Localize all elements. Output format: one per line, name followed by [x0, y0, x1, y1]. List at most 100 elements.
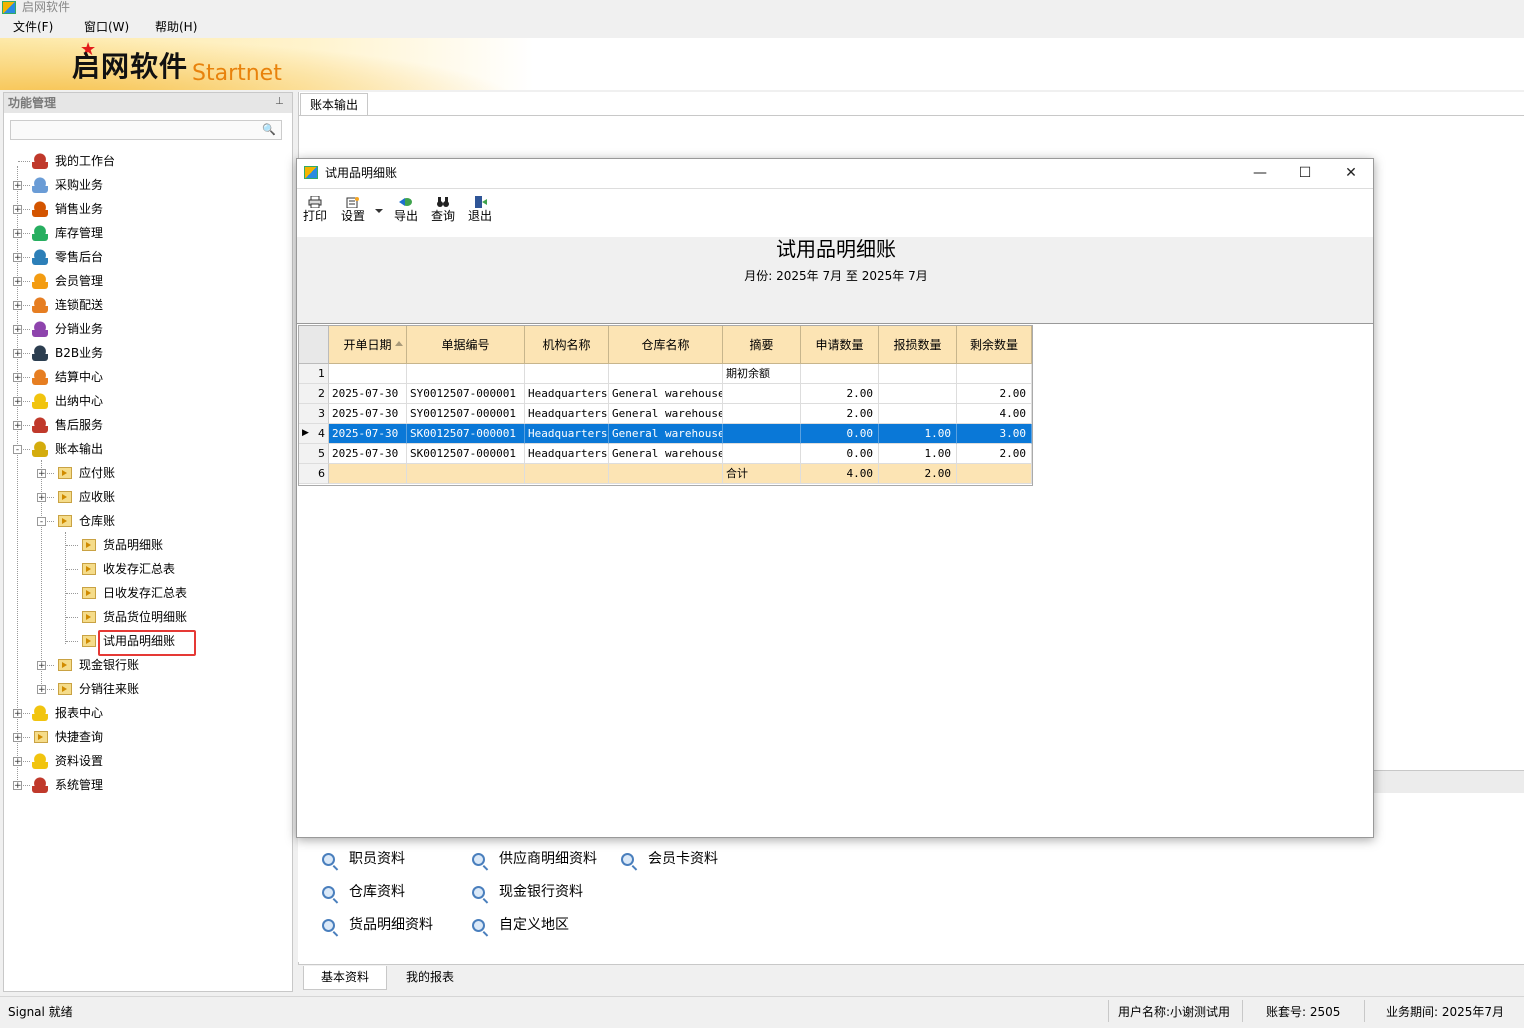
cell-col-loss[interactable]: [879, 384, 957, 404]
tree-item-daily-summary[interactable]: 日收发存汇总表: [0, 582, 290, 604]
expand-icon[interactable]: +: [13, 181, 22, 191]
header-col-requested[interactable]: 申请数量: [801, 326, 879, 364]
header-col-loss[interactable]: 报损数量: [879, 326, 957, 364]
search-input[interactable]: [10, 120, 282, 140]
settings-dropdown-icon[interactable]: [375, 209, 383, 213]
expand-icon[interactable]: +: [13, 397, 22, 407]
expand-icon[interactable]: +: [13, 229, 22, 239]
expand-icon[interactable]: +: [13, 253, 22, 263]
tree-item-workbench[interactable]: 我的工作台: [0, 150, 290, 172]
expand-icon[interactable]: +: [13, 325, 22, 335]
tree-item-cash-bank[interactable]: + 现金银行账: [0, 654, 290, 676]
cell-col-remaining[interactable]: [957, 364, 1032, 384]
close-icon[interactable]: ✕: [1341, 164, 1361, 182]
cell-col-loss[interactable]: 1.00: [879, 424, 957, 444]
cell-col-warehouse[interactable]: General warehouse: [609, 444, 723, 464]
minimize-icon[interactable]: —: [1250, 164, 1270, 182]
tree-item-inventory[interactable]: + 库存管理: [0, 222, 290, 244]
cell-col-org[interactable]: Headquarters: [525, 444, 609, 464]
dialog-titlebar[interactable]: [297, 159, 1373, 187]
expand-icon[interactable]: +: [13, 781, 22, 791]
header-col-org[interactable]: 机构名称: [525, 326, 609, 364]
search-icon[interactable]: 🔍: [262, 123, 276, 136]
header-col-memo[interactable]: 摘要: [723, 326, 801, 364]
cell-col-org[interactable]: [525, 364, 609, 384]
maximize-icon[interactable]: ☐: [1295, 164, 1315, 182]
cell-col-doc-no[interactable]: SK0012507-000001: [407, 424, 525, 444]
tree-item-b2b[interactable]: + B2B业务: [0, 342, 290, 364]
cell-col-warehouse[interactable]: General warehouse: [609, 404, 723, 424]
tree-item-chain[interactable]: + 连锁配送: [0, 294, 290, 316]
expand-icon[interactable]: +: [37, 493, 46, 503]
query-button[interactable]: 查询: [428, 196, 458, 224]
tab-basic-data[interactable]: 基本资料: [303, 966, 387, 990]
cell-col-org[interactable]: Headquarters: [525, 384, 609, 404]
expand-icon[interactable]: +: [13, 709, 22, 719]
tree-item-ledger-output[interactable]: - 账本输出: [0, 438, 290, 460]
cell-col-requested[interactable]: 2.00: [801, 384, 879, 404]
tree-item-sales[interactable]: + 销售业务: [0, 198, 290, 220]
tree-item-goods-detail[interactable]: 货品明细账: [0, 534, 290, 556]
expand-icon[interactable]: +: [13, 733, 22, 743]
expand-icon[interactable]: +: [37, 661, 46, 671]
row-header[interactable]: ▶ 4: [299, 424, 329, 444]
cell-col-loss[interactable]: [879, 364, 957, 384]
tree-item-quick-query[interactable]: + 快捷查询: [0, 726, 290, 748]
expand-icon[interactable]: +: [13, 421, 22, 431]
row-header[interactable]: 1: [299, 364, 329, 384]
tree-item-distribution-ledger[interactable]: + 分销往来账: [0, 678, 290, 700]
tab-my-reports[interactable]: 我的报表: [390, 966, 470, 990]
sort-asc-icon[interactable]: [395, 341, 403, 346]
export-button[interactable]: 导出: [391, 196, 421, 224]
tree-item-data-settings[interactable]: + 资料设置: [0, 750, 290, 772]
tree-item-aftersales[interactable]: + 售后服务: [0, 414, 290, 436]
tree-item-report-center[interactable]: + 报表中心: [0, 702, 290, 724]
expand-icon[interactable]: +: [13, 277, 22, 287]
cell-col-remaining[interactable]: 3.00: [957, 424, 1032, 444]
cell-col-memo[interactable]: [723, 444, 801, 464]
expand-icon[interactable]: +: [13, 301, 22, 311]
collapse-icon[interactable]: -: [37, 517, 46, 527]
cell-col-memo[interactable]: 期初余额: [723, 364, 801, 384]
cell-col-doc-no[interactable]: SY0012507-000001: [407, 384, 525, 404]
header-col-warehouse[interactable]: 仓库名称: [609, 326, 723, 364]
menu-help[interactable]: 帮助(H): [155, 19, 197, 35]
cell-col-loss[interactable]: [879, 404, 957, 424]
cell-col-requested[interactable]: [801, 364, 879, 384]
row-header[interactable]: 2: [299, 384, 329, 404]
row-header[interactable]: 6: [299, 464, 329, 484]
cell-col-loss[interactable]: 2.00: [879, 464, 957, 484]
cell-col-loss[interactable]: 1.00: [879, 444, 957, 464]
tree-item-settlement[interactable]: + 结算中心: [0, 366, 290, 388]
cell-col-org[interactable]: [525, 464, 609, 484]
cell-col-doc-no[interactable]: SY0012507-000001: [407, 404, 525, 424]
settings-button[interactable]: 设置: [338, 196, 368, 224]
print-button[interactable]: 打印: [300, 196, 330, 224]
cell-col-date[interactable]: 2025-07-30: [329, 384, 407, 404]
expand-icon[interactable]: +: [13, 349, 22, 359]
cell-col-date[interactable]: 2025-07-30: [329, 404, 407, 424]
tree-item-system[interactable]: + 系统管理: [0, 774, 290, 796]
expand-icon[interactable]: +: [13, 205, 22, 215]
tree-item-cashier[interactable]: + 出纳中心: [0, 390, 290, 412]
tree-item-distribution[interactable]: + 分销业务: [0, 318, 290, 340]
cell-col-requested[interactable]: 0.00: [801, 444, 879, 464]
pin-icon[interactable]: ⊥: [275, 96, 284, 107]
cell-col-requested[interactable]: 0.00: [801, 424, 879, 444]
cell-col-date[interactable]: 2025-07-30: [329, 444, 407, 464]
tree-item-payable[interactable]: + 应付账: [0, 462, 290, 484]
cell-col-remaining[interactable]: 4.00: [957, 404, 1032, 424]
cell-col-warehouse[interactable]: General warehouse: [609, 384, 723, 404]
cell-col-warehouse[interactable]: [609, 464, 723, 484]
cell-col-warehouse[interactable]: [609, 364, 723, 384]
exit-button[interactable]: 退出: [465, 196, 495, 224]
cell-col-remaining[interactable]: 2.00: [957, 384, 1032, 404]
cell-col-requested[interactable]: 4.00: [801, 464, 879, 484]
menu-window[interactable]: 窗口(W): [84, 19, 129, 35]
cell-col-date[interactable]: [329, 364, 407, 384]
tree-item-purchase[interactable]: + 采购业务: [0, 174, 290, 196]
cell-col-remaining[interactable]: [957, 464, 1032, 484]
tree-item-retail[interactable]: + 零售后台: [0, 246, 290, 268]
cell-col-memo[interactable]: [723, 404, 801, 424]
header-col-remaining[interactable]: 剩余数量: [957, 326, 1032, 364]
